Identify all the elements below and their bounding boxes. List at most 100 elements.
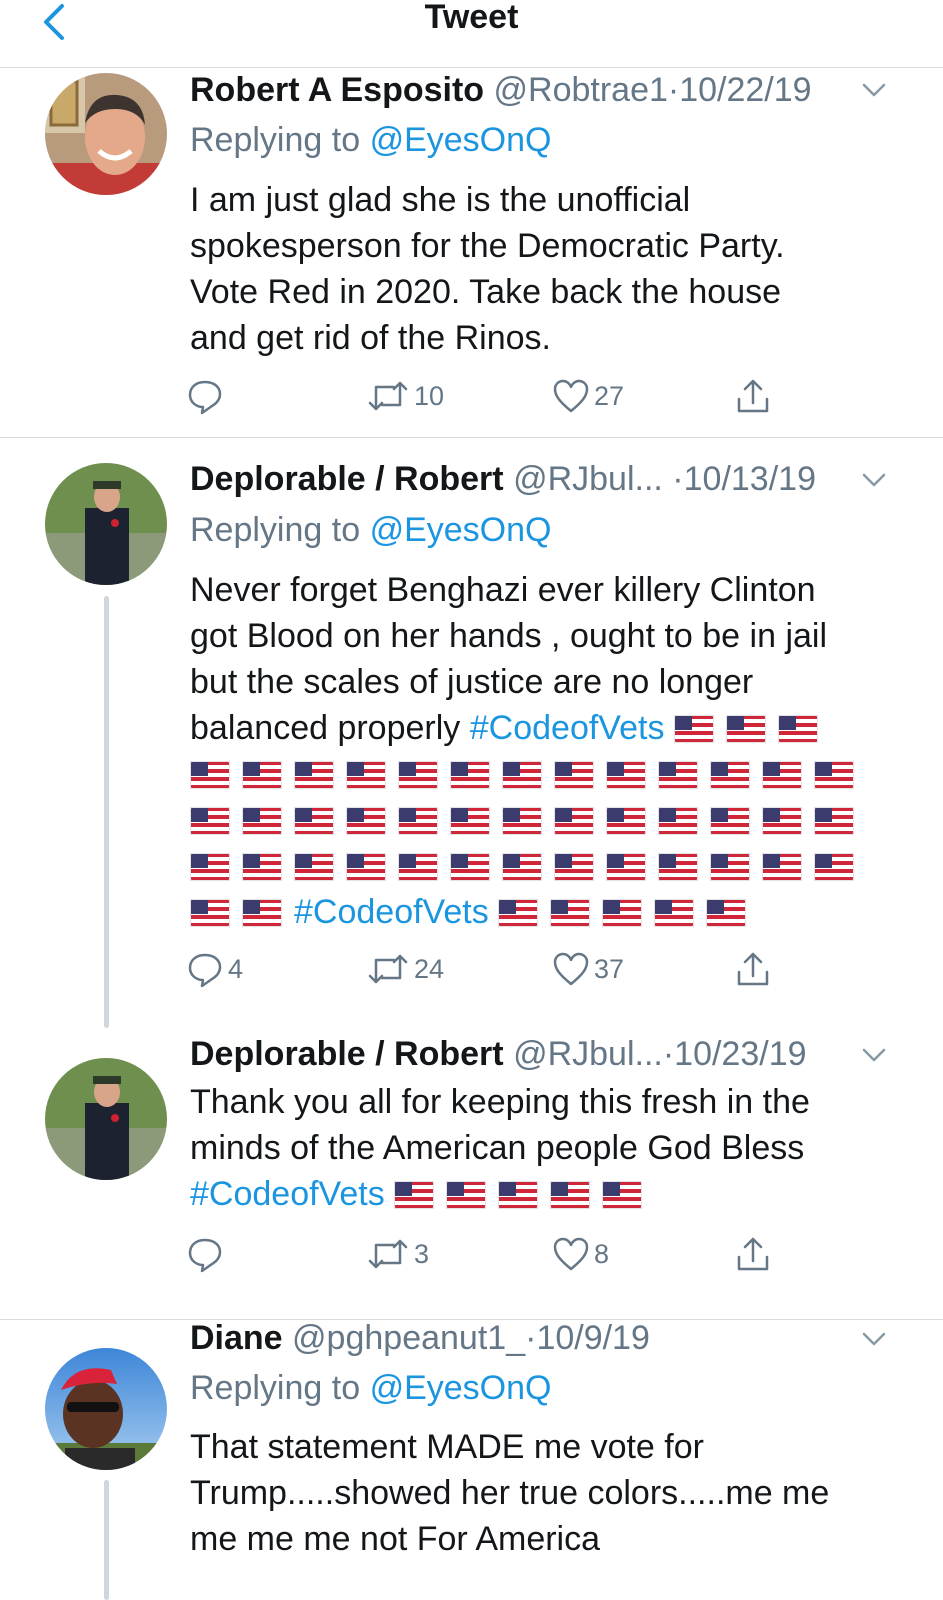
us-flag-icon bbox=[554, 853, 594, 881]
text-line: me me me not For America bbox=[190, 1520, 601, 1558]
author-name[interactable]: Deplorable / Robert bbox=[190, 1035, 504, 1073]
avatar[interactable] bbox=[45, 73, 167, 195]
hashtag-link[interactable]: #CodeofVets bbox=[294, 893, 489, 931]
reply-button[interactable] bbox=[186, 1234, 228, 1274]
chevron-down-icon[interactable] bbox=[861, 82, 887, 98]
tweet-text: Never forget Benghazi ever killery Clint… bbox=[190, 567, 890, 935]
tweet[interactable]: Deplorable / Robert @RJbul... ·10/13/19 … bbox=[0, 438, 943, 1028]
us-flag-icon bbox=[550, 899, 591, 927]
mention-link[interactable]: @EyesOnQ bbox=[370, 1369, 552, 1407]
text-line: minds of the American people God Bless bbox=[190, 1129, 805, 1167]
author-handle[interactable]: @RJbul... bbox=[513, 1035, 663, 1073]
hashtag-link[interactable]: #CodeofVets bbox=[190, 1175, 385, 1213]
share-button[interactable] bbox=[734, 1234, 772, 1274]
tweet[interactable]: Diane @pghpeanut1_·10/9/19 Replying to @… bbox=[0, 1319, 943, 1600]
separator-dot: · bbox=[667, 71, 680, 109]
author-handle[interactable]: @RJbul... bbox=[513, 460, 663, 498]
reply-button[interactable]: 4 bbox=[186, 949, 243, 989]
us-flag-icon bbox=[606, 853, 646, 881]
retweet-button[interactable]: 24 bbox=[366, 949, 444, 989]
tweet-header: Deplorable / Robert @RJbul... ·10/13/19 bbox=[190, 458, 903, 500]
emoji-line bbox=[190, 843, 890, 889]
us-flag-icon bbox=[346, 807, 386, 835]
replying-prefix: Replying to bbox=[190, 1369, 361, 1407]
us-flag-icon bbox=[602, 1181, 643, 1209]
us-flag-icon bbox=[606, 761, 646, 789]
reply-button[interactable] bbox=[186, 376, 228, 416]
tweet-header: Robert A Esposito @Robtrae1·10/22/19 bbox=[190, 69, 903, 111]
text-line: balanced properly #CodeofVets bbox=[190, 705, 890, 751]
avatar[interactable] bbox=[45, 1058, 167, 1180]
action-bar: 3 8 bbox=[186, 1234, 806, 1274]
author-handle[interactable]: @pghpeanut1_ bbox=[292, 1319, 525, 1357]
text-line: spokesperson for the Democratic Party. bbox=[190, 227, 785, 265]
chevron-down-icon[interactable] bbox=[861, 472, 887, 488]
separator-dot: · bbox=[525, 1319, 537, 1357]
avatar[interactable] bbox=[45, 463, 167, 585]
tweet[interactable]: Deplorable / Robert @RJbul...·10/23/19 T… bbox=[0, 1020, 943, 1320]
us-flag-icon bbox=[394, 1181, 435, 1209]
retweet-button[interactable]: 10 bbox=[366, 376, 444, 416]
hashtag-link[interactable]: #CodeofVets bbox=[470, 709, 665, 747]
heart-icon bbox=[553, 1237, 589, 1271]
author-name[interactable]: Diane bbox=[190, 1319, 283, 1357]
tweet-date[interactable]: 10/23/19 bbox=[674, 1035, 806, 1073]
us-flag-icon bbox=[762, 807, 802, 835]
us-flag-icon bbox=[814, 761, 854, 789]
text-line: Thank you all for keeping this fresh in … bbox=[190, 1083, 810, 1121]
emoji-line: #CodeofVets bbox=[190, 889, 890, 935]
retweet-icon bbox=[368, 954, 408, 984]
us-flag-icon bbox=[710, 853, 750, 881]
chevron-down-icon[interactable] bbox=[861, 1047, 887, 1063]
share-button[interactable] bbox=[734, 949, 772, 989]
us-flag-icon bbox=[710, 807, 750, 835]
us-flag-icon bbox=[654, 899, 695, 927]
like-button[interactable]: 8 bbox=[552, 1234, 609, 1274]
us-flag-icon bbox=[190, 899, 230, 927]
us-flag-icon bbox=[554, 761, 594, 789]
text-line: I am just glad she is the unofficial bbox=[190, 181, 691, 219]
like-button[interactable]: 27 bbox=[552, 376, 624, 416]
share-icon bbox=[737, 379, 769, 413]
author-handle[interactable]: @Robtrae1 bbox=[494, 71, 668, 109]
like-button[interactable]: 37 bbox=[552, 949, 624, 989]
reply-icon bbox=[188, 1238, 222, 1273]
reply-count: 4 bbox=[228, 953, 244, 984]
emoji-line bbox=[190, 797, 890, 843]
top-nav-bar: Tweet bbox=[0, 0, 943, 68]
share-icon bbox=[737, 1237, 769, 1271]
us-flag-icon bbox=[502, 761, 542, 789]
us-flag-icon bbox=[502, 807, 542, 835]
us-flag-icon bbox=[658, 853, 698, 881]
mention-link[interactable]: @EyesOnQ bbox=[370, 121, 552, 159]
us-flag-icon bbox=[294, 853, 334, 881]
us-flag-icon bbox=[777, 715, 818, 743]
avatar[interactable] bbox=[45, 1348, 167, 1470]
share-button[interactable] bbox=[734, 376, 772, 416]
us-flag-icon bbox=[446, 1181, 487, 1209]
us-flag-icon bbox=[502, 853, 542, 881]
us-flag-icon bbox=[658, 761, 698, 789]
mention-link[interactable]: @EyesOnQ bbox=[370, 511, 552, 549]
us-flag-icon bbox=[554, 807, 594, 835]
share-icon bbox=[737, 952, 769, 986]
us-flag-icon bbox=[602, 899, 643, 927]
like-count: 8 bbox=[594, 1238, 610, 1269]
text-line: That statement MADE me vote for bbox=[190, 1428, 704, 1466]
author-name[interactable]: Robert A Esposito bbox=[190, 71, 484, 109]
us-flag-icon bbox=[242, 807, 282, 835]
reply-icon bbox=[188, 380, 222, 415]
us-flag-icon bbox=[242, 761, 282, 789]
text-line: Vote Red in 2020. Take back the house bbox=[190, 273, 782, 311]
retweet-button[interactable]: 3 bbox=[366, 1234, 429, 1274]
tweet-date[interactable]: 10/13/19 bbox=[684, 460, 816, 498]
replying-to: Replying to @EyesOnQ bbox=[190, 1367, 551, 1409]
action-bar: 10 27 bbox=[186, 376, 806, 416]
retweet-icon bbox=[368, 1239, 408, 1269]
tweet-date[interactable]: 10/9/19 bbox=[536, 1319, 649, 1357]
author-name[interactable]: Deplorable / Robert bbox=[190, 460, 504, 498]
tweet-date[interactable]: 10/22/19 bbox=[679, 71, 811, 109]
us-flag-icon bbox=[450, 807, 490, 835]
tweet[interactable]: Robert A Esposito @Robtrae1·10/22/19 Rep… bbox=[0, 68, 943, 438]
chevron-down-icon[interactable] bbox=[861, 1331, 887, 1347]
